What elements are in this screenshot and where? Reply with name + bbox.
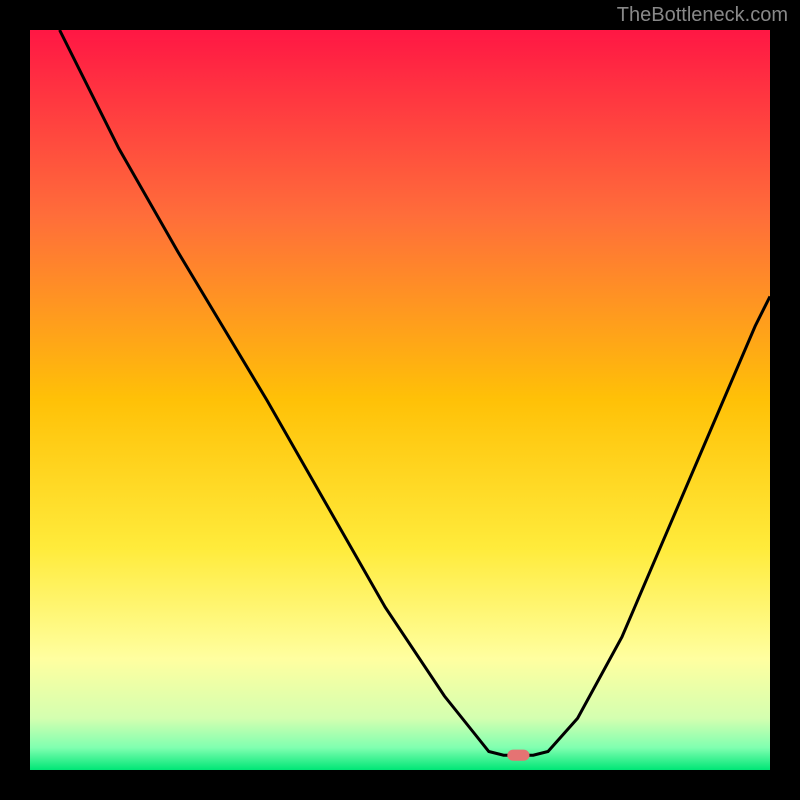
watermark-text: TheBottleneck.com	[617, 4, 788, 27]
plot-gradient-background	[30, 30, 770, 770]
chart-svg	[0, 0, 800, 800]
bottleneck-chart	[0, 0, 800, 800]
optimal-point-marker	[507, 750, 529, 761]
